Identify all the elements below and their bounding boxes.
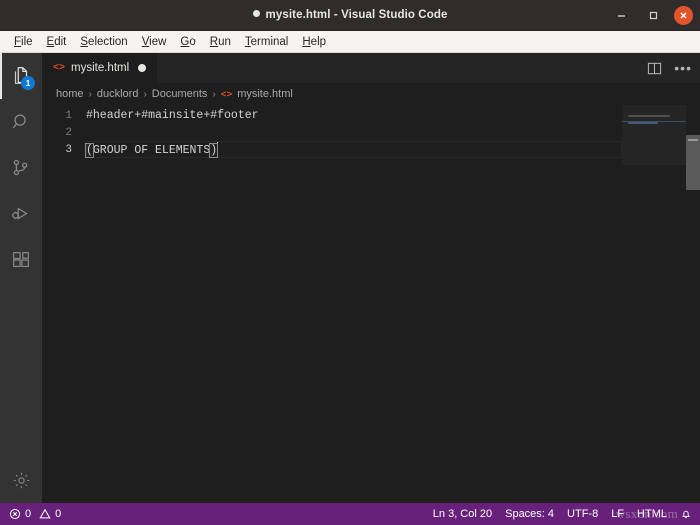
editor-pane: <> mysite.html ••• home › ducklord › Doc… (42, 53, 700, 503)
minimize-button[interactable] (610, 5, 632, 27)
sidebar-item-source-control[interactable] (0, 145, 42, 191)
editor-body[interactable]: 1 #header+#mainsite+#footer 2 3 (GROUP O… (42, 105, 700, 503)
activity-bar: 1 (0, 53, 42, 503)
menu-terminal[interactable]: Terminal (238, 31, 295, 53)
window-title: mysite.html - Visual Studio Code (0, 9, 700, 21)
breadcrumb: home › ducklord › Documents › <> mysite.… (42, 83, 700, 105)
workbench-body: 1 <> mysite.html ••• home › ducklord › D… (0, 53, 700, 503)
menu-file-rest: ile (21, 35, 33, 48)
code-line: 1 #header+#mainsite+#footer (42, 107, 700, 124)
error-count: 0 (25, 508, 32, 520)
sidebar-item-explorer[interactable]: 1 (0, 53, 42, 99)
menu-bar: File Edit Selection View Go Run Terminal… (0, 31, 700, 53)
close-button[interactable] (674, 6, 693, 25)
breadcrumb-separator: › (88, 88, 92, 100)
line-text: #header+#mainsite+#footer (86, 109, 259, 122)
run-debug-icon (10, 203, 32, 225)
breadcrumb-ducklord[interactable]: ducklord (97, 88, 139, 100)
breadcrumb-documents[interactable]: Documents (152, 88, 208, 100)
line-number: 1 (65, 109, 72, 122)
window-controls (610, 0, 693, 31)
menu-go-rest: o (189, 35, 196, 48)
menu-selection-rest: election (88, 35, 128, 48)
warning-triangle-icon (39, 508, 51, 520)
scrollbar-mark (688, 139, 698, 141)
minimap-slider[interactable] (622, 105, 686, 165)
line-number: 3 (65, 143, 72, 156)
menu-edit[interactable]: Edit (40, 31, 74, 53)
maximize-button[interactable] (642, 5, 664, 27)
language-mode-status[interactable]: HTML (637, 508, 667, 520)
tab-bar: <> mysite.html ••• (42, 53, 700, 83)
indentation-status[interactable]: Spaces: 4 (505, 508, 554, 520)
error-circle-icon (9, 508, 21, 520)
menu-go[interactable]: Go (173, 31, 202, 53)
editor-actions: ••• (647, 53, 692, 83)
code-line-current: 3 (GROUP OF ELEMENTS) (42, 141, 700, 158)
line-text: (GROUP OF ELEMENTS) (85, 142, 700, 158)
sidebar-item-search[interactable] (0, 99, 42, 145)
manage-settings-button[interactable] (0, 457, 42, 503)
menu-help[interactable]: Help (295, 31, 333, 53)
code-line: 2 (42, 124, 700, 141)
extensions-icon (10, 249, 32, 271)
menu-run-rest: un (218, 35, 231, 48)
eol-status[interactable]: LF (611, 508, 624, 520)
minimap[interactable] (622, 105, 686, 503)
bell-icon[interactable] (680, 508, 692, 520)
problems-status[interactable]: 0 0 (9, 508, 61, 520)
title-bar: mysite.html - Visual Studio Code (0, 0, 700, 31)
breadcrumb-separator: › (143, 88, 147, 100)
tab-dirty-icon[interactable] (138, 64, 147, 72)
menu-run[interactable]: Run (203, 31, 238, 53)
html-file-icon: <> (53, 62, 66, 74)
menu-edit-rest: dit (54, 35, 67, 48)
encoding-status[interactable]: UTF-8 (567, 508, 598, 520)
git-branch-icon (10, 157, 32, 179)
breadcrumb-file[interactable]: mysite.html (237, 88, 293, 100)
sidebar-item-extensions[interactable] (0, 237, 42, 283)
menu-file[interactable]: File (7, 31, 40, 53)
window-title-text: mysite.html - Visual Studio Code (265, 9, 448, 21)
gear-icon (11, 470, 32, 491)
sidebar-item-run-and-debug[interactable] (0, 191, 42, 237)
breadcrumb-home[interactable]: home (56, 88, 84, 100)
status-bar-left: 0 0 (0, 508, 61, 520)
more-actions-icon[interactable]: ••• (674, 61, 692, 75)
warning-count: 0 (55, 508, 62, 520)
menu-view-rest: iew (149, 35, 167, 48)
scrollbar-thumb[interactable] (686, 135, 700, 190)
menu-help-rest: elp (310, 35, 327, 48)
vscode-window: mysite.html - Visual Studio Code File Ed… (0, 0, 700, 525)
menu-selection[interactable]: Selection (73, 31, 134, 53)
search-icon (10, 111, 32, 133)
cursor-position-status[interactable]: Ln 3, Col 20 (433, 508, 492, 520)
status-bar-right: Ln 3, Col 20 Spaces: 4 UTF-8 LF HTML (433, 508, 700, 520)
editor-scrollbar[interactable] (686, 105, 700, 503)
bracket-open: ( (85, 143, 94, 158)
bracket-close: ) (209, 143, 219, 158)
code-content[interactable]: 1 #header+#mainsite+#footer 2 3 (GROUP O… (42, 105, 700, 503)
tab-label: mysite.html (71, 62, 130, 74)
line-number: 2 (65, 126, 72, 139)
menu-terminal-rest: erminal (250, 35, 289, 48)
status-bar: 0 0 Ln 3, Col 20 Spaces: 4 UTF-8 LF HTML (0, 503, 700, 525)
unsaved-dot-icon (252, 10, 260, 17)
tab-mysite-html[interactable]: <> mysite.html (42, 53, 159, 83)
breadcrumb-separator: › (212, 88, 216, 100)
text-caret (217, 142, 219, 155)
menu-view[interactable]: View (135, 31, 174, 53)
html-file-icon: <> (220, 88, 233, 100)
line3-content: GROUP OF ELEMENTS (92, 144, 211, 157)
explorer-badge: 1 (21, 76, 35, 90)
split-editor-icon[interactable] (647, 61, 662, 76)
